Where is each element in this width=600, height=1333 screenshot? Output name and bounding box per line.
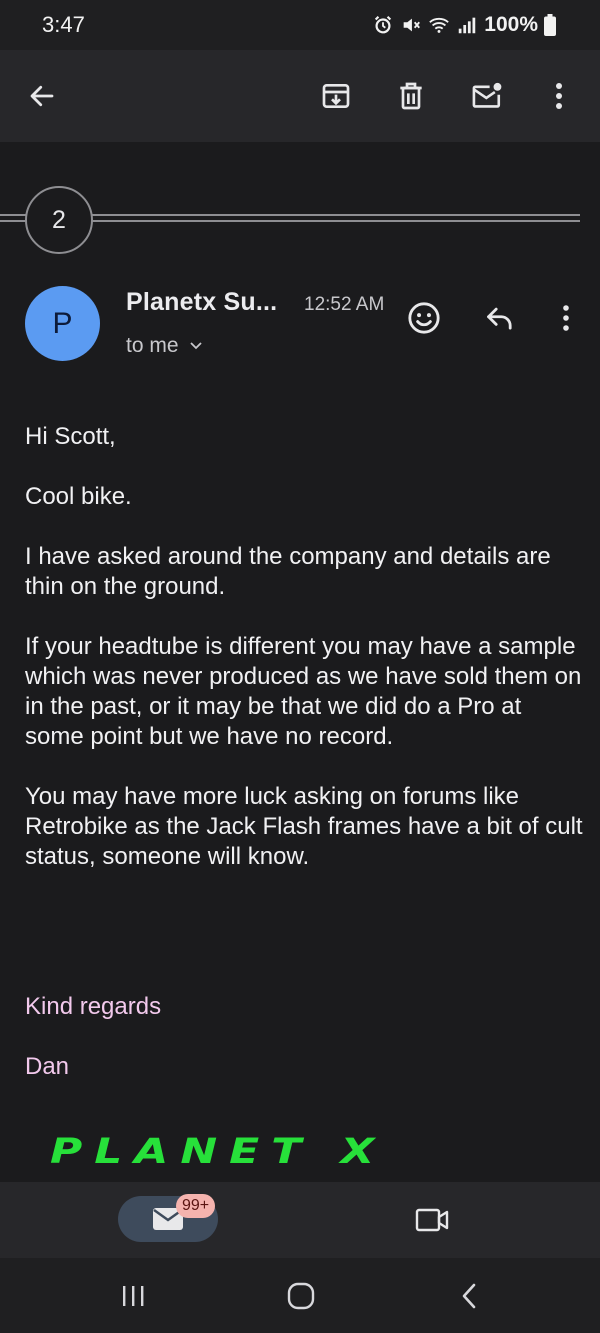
status-time: 3:47 [42,12,85,37]
back-icon [462,1283,476,1309]
recent-apps-button[interactable] [108,1278,158,1314]
mute-icon [403,18,421,32]
home-icon [287,1282,315,1310]
signal-icon [459,17,476,34]
mark-unread-button[interactable] [459,68,515,124]
more-vert-icon [563,305,569,331]
system-navigation [0,1258,600,1333]
sender-name[interactable]: Planetx Su... [126,288,277,317]
body-paragraph: I have asked around the company and deta… [25,543,551,600]
body-paragraph: Cool bike. [25,483,132,510]
meet-tab[interactable] [408,1198,456,1242]
message-time: 12:52 AM [304,294,385,315]
status-icons: 100% [372,12,556,38]
wifi-icon [429,17,450,33]
message-more-button[interactable] [542,294,590,342]
sender-avatar[interactable]: P [25,286,100,361]
recipient-label: to me [126,334,179,357]
status-bar: 3:47 100% [0,0,600,50]
back-arrow-icon [30,85,54,107]
system-back-button[interactable] [444,1278,494,1314]
reply-button[interactable] [476,294,524,342]
bottom-navigation: 99+ [0,1182,600,1258]
home-button[interactable] [276,1278,326,1314]
reply-icon [487,307,512,330]
recent-apps-icon [123,1286,144,1306]
delete-button[interactable] [383,68,439,124]
delete-icon [400,82,422,110]
more-vert-icon [556,83,562,109]
body-paragraph: You may have more luck asking on forums … [25,783,583,870]
archive-icon [322,84,350,108]
video-call-icon [415,1208,449,1232]
back-button[interactable] [14,68,70,124]
signoff: Kind regards [25,993,162,1020]
more-options-button[interactable] [531,68,587,124]
battery-icon [544,14,556,36]
alarm-icon [375,15,392,34]
recipient-details-toggle[interactable]: to me [126,334,203,358]
body-paragraph: Hi Scott, [25,423,116,450]
mark-unread-icon [472,82,502,108]
body-paragraph: If your headtube is different you may ha… [25,633,582,750]
planet-x-logo: PLANET X [50,1132,387,1172]
message-view: 2 P Planetx Su... 12:52 AM to me Hi Scot… [0,142,600,1182]
message-body: Hi Scott, Cool bike. I have asked around… [25,422,585,902]
archive-button[interactable] [308,68,364,124]
unread-badge: 99+ [176,1194,216,1218]
signature-name: Dan [25,1053,70,1080]
chevron-down-icon [189,342,202,350]
emoji-reaction-icon [408,302,440,334]
add-reaction-button[interactable] [400,294,448,342]
app-bar [0,50,600,142]
collapsed-message-count[interactable]: 2 [25,186,93,254]
gmail-screen: 3:47 100% 2 P Planetx Su... 12:52 AM to … [0,0,600,1333]
battery-percentage: 100% [484,13,538,36]
